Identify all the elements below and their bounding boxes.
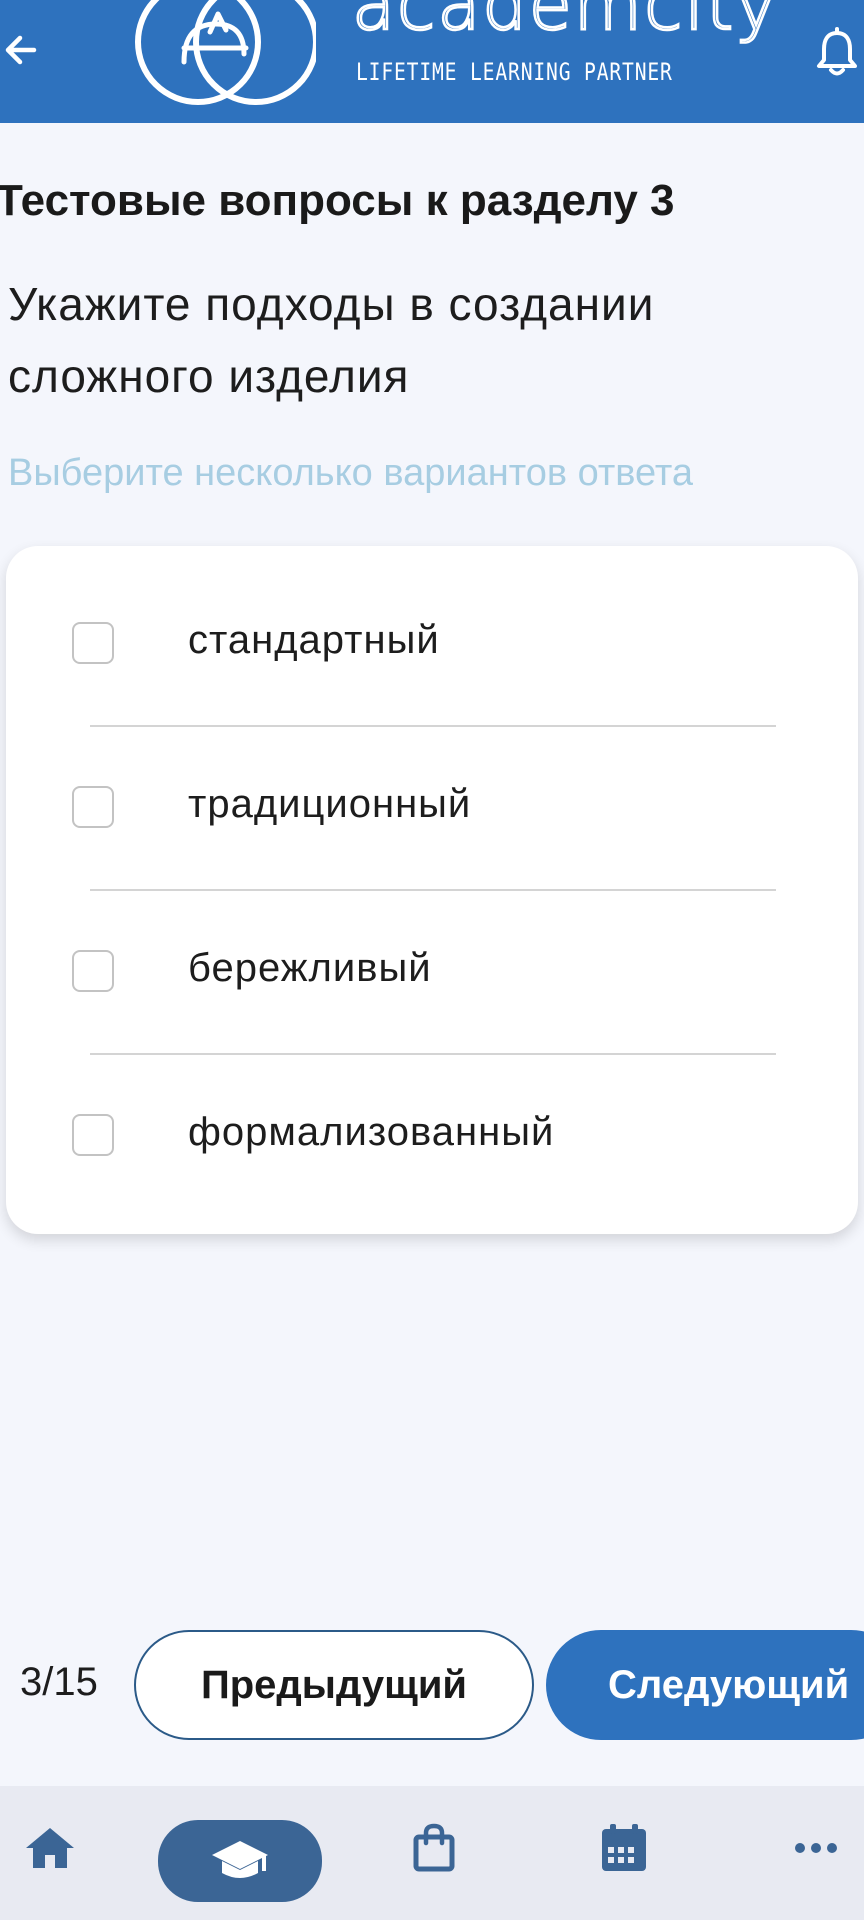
calendar-icon [602, 1824, 646, 1871]
checkbox[interactable] [72, 786, 114, 828]
app-header: academcity LIFETIME LEARNING PARTNER [0, 0, 864, 123]
bell-icon [817, 27, 857, 76]
nav-more[interactable] [780, 1816, 852, 1880]
divider [90, 1053, 776, 1055]
logo-tagline: LIFETIME LEARNING PARTNER [356, 58, 673, 86]
answer-option[interactable]: бережливый [6, 912, 858, 1032]
answer-option[interactable]: формализованный [6, 1076, 858, 1196]
graduation-cap-icon [212, 1841, 268, 1878]
answer-hint: Выберите несколько вариантов ответа [8, 452, 694, 494]
test-question-screen: academcity LIFETIME LEARNING PARTNER Тес… [0, 0, 864, 1920]
home-icon [26, 1828, 74, 1868]
nav-courses[interactable] [158, 1820, 322, 1902]
option-label: формализованный [188, 1110, 555, 1154]
option-label: бережливый [188, 946, 432, 990]
checkbox[interactable] [72, 950, 114, 992]
section-title: Тестовые вопросы к разделу 3 [0, 176, 675, 225]
more-icon [795, 1843, 837, 1853]
nav-shop[interactable] [398, 1816, 470, 1880]
option-label: традиционный [188, 782, 472, 826]
bottom-navigation [0, 1786, 864, 1920]
previous-button[interactable]: Предыдущий [134, 1630, 534, 1740]
answer-options-card: стандартный традиционный бережливый форм… [6, 546, 858, 1234]
question-counter: 3/15 [20, 1660, 98, 1704]
checkbox[interactable] [72, 622, 114, 664]
divider [90, 889, 776, 891]
academcity-logo-icon [135, 0, 316, 105]
arrow-left-icon [5, 35, 37, 65]
divider [90, 725, 776, 727]
option-label: стандартный [188, 618, 440, 662]
notifications-button[interactable] [812, 24, 862, 80]
nav-home[interactable] [14, 1816, 86, 1880]
back-button[interactable] [0, 22, 46, 78]
next-button[interactable]: Следующий [546, 1630, 864, 1740]
logo-wordmark: academcity [351, 0, 779, 46]
nav-calendar[interactable] [588, 1816, 660, 1880]
checkbox[interactable] [72, 1114, 114, 1156]
answer-option[interactable]: стандартный [6, 584, 858, 704]
answer-option[interactable]: традиционный [6, 748, 858, 868]
question-text: Укажите подходы в создании сложного изде… [8, 278, 655, 402]
shopping-bag-icon [413, 1823, 455, 1872]
